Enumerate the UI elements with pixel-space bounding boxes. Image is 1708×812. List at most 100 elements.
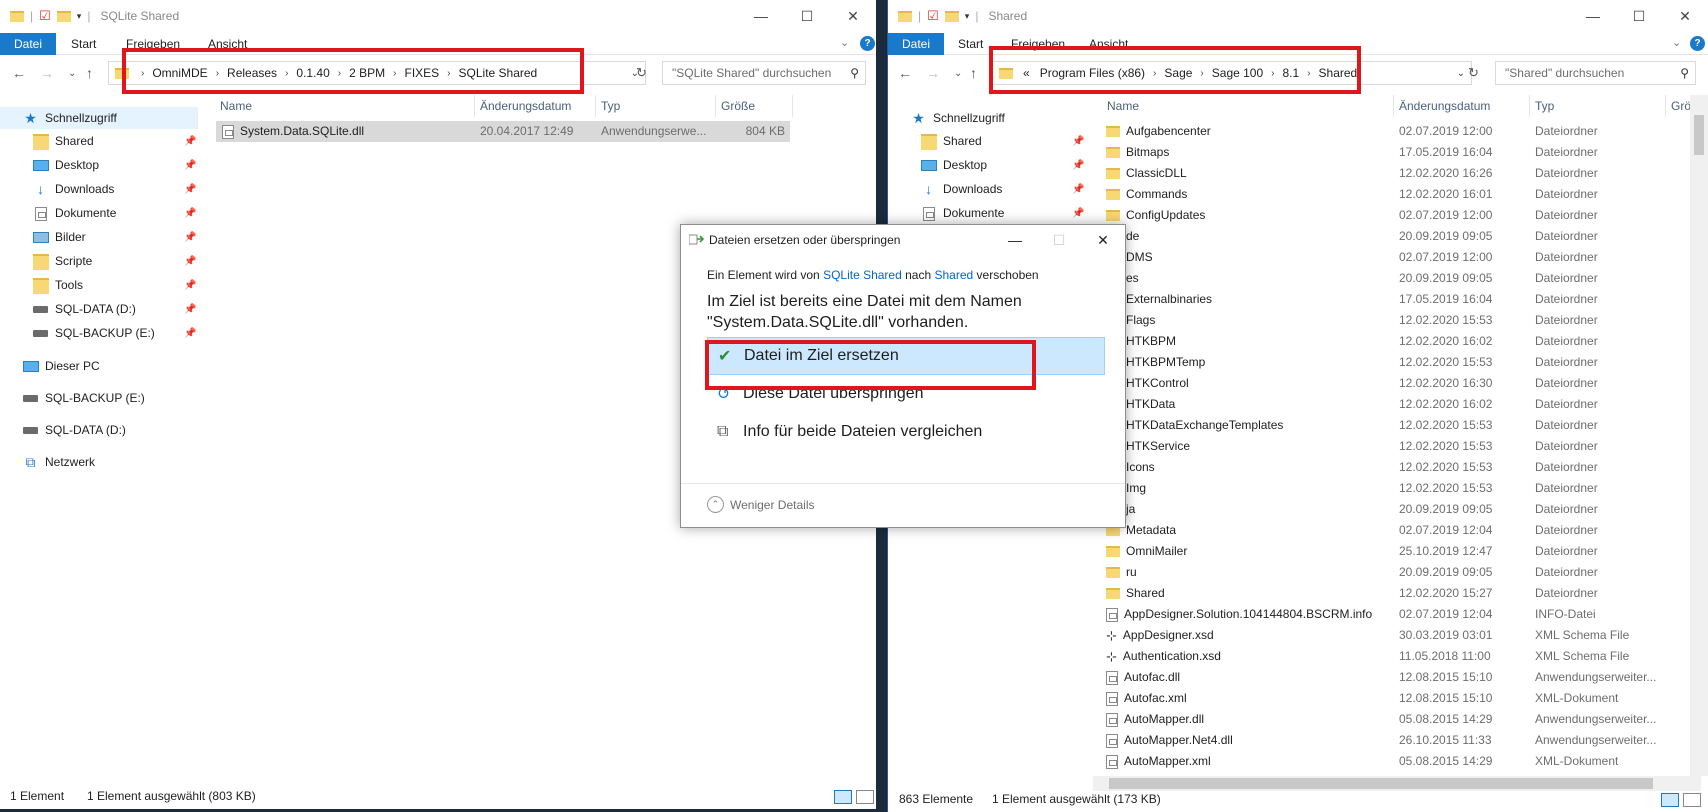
breadcrumb-item[interactable]: 0.1.40 xyxy=(296,66,329,80)
table-row[interactable]: Icons 12.02.2020 15:53 Dateiordner xyxy=(1098,457,1698,478)
expand-ribbon-icon[interactable]: ⌄ xyxy=(840,36,849,49)
dialog-close-button[interactable]: ✕ xyxy=(1081,225,1125,255)
replace-file-option[interactable]: ✔ Datei im Ziel ersetzen xyxy=(707,337,1105,375)
pin-icon[interactable]: 📌 xyxy=(1072,136,1084,147)
minimize-button[interactable]: — xyxy=(738,0,784,32)
sidebar-item-dokumente[interactable]: Dokumente xyxy=(920,202,1004,224)
sidebar-item-sql-backup[interactable]: SQL-BACKUP (E:) xyxy=(32,322,155,344)
compare-files-option[interactable]: ⧉ Info für beide Dateien vergleichen xyxy=(707,413,1105,451)
customize-toolbar-icon[interactable]: ▾ xyxy=(77,11,82,22)
sidebar-item-bilder[interactable]: Bilder xyxy=(32,226,86,248)
close-button[interactable]: ✕ xyxy=(830,0,876,32)
table-row[interactable]: HTKService 12.02.2020 15:53 Dateiordner xyxy=(1098,436,1698,457)
pin-icon[interactable]: 📌 xyxy=(1072,160,1084,171)
refresh-icon[interactable]: ↻ xyxy=(1468,65,1479,81)
breadcrumb-item[interactable]: 2 BPM xyxy=(349,66,385,80)
table-row[interactable]: Aufgabencenter 02.07.2019 12:00 Dateiordne… xyxy=(1098,121,1698,142)
sidebar-item-desktop[interactable]: Desktop xyxy=(32,154,99,176)
pin-icon[interactable]: 📌 xyxy=(1072,208,1084,219)
sidebar-item-sql-data[interactable]: SQL-DATA (D:) xyxy=(32,298,136,320)
less-details-toggle[interactable]: ⌃ Weniger Details xyxy=(707,496,814,513)
properties-icon[interactable]: ☑ xyxy=(927,8,939,24)
sidebar-item-this-pc[interactable]: Dieser PC xyxy=(22,355,100,377)
pin-icon[interactable]: 📌 xyxy=(184,232,196,243)
sidebar-item-shared[interactable]: Shared xyxy=(920,130,982,152)
tab-freigeben[interactable]: Freigeben xyxy=(126,33,180,55)
sidebar-item-desktop[interactable]: Desktop xyxy=(920,154,987,176)
breadcrumb-item[interactable]: FIXES xyxy=(404,66,439,80)
table-row[interactable]: Flags 12.02.2020 15:53 Dateiordner xyxy=(1098,310,1698,331)
column-header-name[interactable]: Name xyxy=(1107,95,1139,117)
customize-toolbar-icon[interactable]: ▾ xyxy=(965,11,970,22)
skip-file-option[interactable]: ↺ Diese Datei überspringen xyxy=(707,375,1105,413)
back-arrow-icon[interactable]: ← xyxy=(898,65,912,81)
large-icons-view-button[interactable] xyxy=(1683,793,1701,807)
details-view-button[interactable] xyxy=(1661,793,1679,807)
table-row[interactable]: AutoMapper.Net4.dll 26.10.2015 11:33 Anwen… xyxy=(1098,730,1698,751)
table-row[interactable]: Autofac.dll 12.08.2015 15:10 Anwendungserw… xyxy=(1098,667,1698,688)
breadcrumb-item[interactable]: OmniMDE xyxy=(152,66,207,80)
recent-locations-icon[interactable]: ⌄ xyxy=(68,68,76,79)
table-row[interactable]: HTKControl 12.02.2020 16:30 Dateiordner xyxy=(1098,373,1698,394)
scroll-thumb[interactable] xyxy=(1694,115,1704,155)
forward-arrow-icon[interactable]: → xyxy=(926,65,940,81)
table-row[interactable]: HTKBPM 12.02.2020 16:02 Dateiordner xyxy=(1098,331,1698,352)
dialog-minimize-button[interactable]: — xyxy=(993,225,1037,255)
table-row[interactable]: de 20.09.2019 09:05 Dateiordner xyxy=(1098,226,1698,247)
table-row[interactable]: HTKBPMTemp 12.02.2020 15:53 Dateiordner xyxy=(1098,352,1698,373)
breadcrumb-item[interactable]: Sage 100 xyxy=(1212,66,1263,80)
tab-freigeben[interactable]: Freigeben xyxy=(1011,33,1065,55)
table-row[interactable]: Autofac.xml 12.08.2015 15:10 XML-Dokument xyxy=(1098,688,1698,709)
column-header-size[interactable]: Größe xyxy=(721,95,755,117)
address-bar[interactable]: « Program Files (x86) › Sage › Sage 100 … xyxy=(992,61,1472,85)
pin-icon[interactable]: 📌 xyxy=(184,328,196,339)
pin-icon[interactable]: 📌 xyxy=(184,256,196,267)
column-header-type[interactable]: Typ xyxy=(1535,95,1554,117)
sidebar-item-network[interactable]: ⧉ Netzwerk xyxy=(22,451,96,473)
refresh-icon[interactable]: ↻ xyxy=(636,65,647,81)
table-row[interactable]: Commands 12.02.2020 16:01 Dateiordner xyxy=(1098,184,1698,205)
table-row[interactable]: ja 20.09.2019 09:05 Dateiordner xyxy=(1098,499,1698,520)
table-row[interactable]: es 20.09.2019 09:05 Dateiordner xyxy=(1098,268,1698,289)
table-row[interactable]: ⊹ AppDesigner.xsd 30.03.2019 03:01 XML Sche… xyxy=(1098,625,1698,646)
breadcrumb-item[interactable]: SQLite Shared xyxy=(459,66,538,80)
close-button[interactable]: ✕ xyxy=(1662,0,1708,32)
tab-datei[interactable]: Datei xyxy=(888,33,945,55)
source-folder-link[interactable]: SQLite Shared xyxy=(823,268,902,282)
sidebar-item-tools[interactable]: Tools xyxy=(32,274,83,296)
table-row[interactable]: ClassicDLL 12.02.2020 16:26 Dateiordner xyxy=(1098,163,1698,184)
table-row[interactable]: System.Data.SQLite.dll 20.04.2017 12:49 … xyxy=(216,121,790,142)
up-arrow-icon[interactable]: ↑ xyxy=(970,65,977,81)
tab-datei[interactable]: Datei xyxy=(0,33,57,55)
new-folder-icon[interactable] xyxy=(944,10,959,22)
column-header-type[interactable]: Typ xyxy=(601,95,620,117)
table-row[interactable]: OmniMailer 25.10.2019 12:47 Dateiordner xyxy=(1098,541,1698,562)
breadcrumb-item[interactable]: Releases xyxy=(227,66,277,80)
sidebar-item-quick-access[interactable]: ★ Schnellzugriff xyxy=(0,107,198,129)
sidebar-item-quick-access[interactable]: ★ Schnellzugriff xyxy=(910,107,1005,129)
table-row[interactable]: AutoMapper.xml 05.08.2015 14:29 XML-Dokume… xyxy=(1098,751,1698,772)
properties-icon[interactable]: ☑ xyxy=(39,8,51,24)
overflow-breadcrumb[interactable]: « xyxy=(1023,66,1030,80)
pin-icon[interactable]: 📌 xyxy=(184,160,196,171)
tab-ansicht[interactable]: Ansicht xyxy=(1089,33,1128,55)
table-row[interactable]: AutoMapper.dll 05.08.2015 14:29 Anwendungs… xyxy=(1098,709,1698,730)
target-folder-link[interactable]: Shared xyxy=(935,268,974,282)
sidebar-item-sql-data-drive[interactable]: SQL-DATA (D:) xyxy=(22,419,126,441)
pin-icon[interactable]: 📌 xyxy=(184,280,196,291)
search-input[interactable]: "SQLite Shared" durchsuchen ⚲ xyxy=(662,61,866,85)
sidebar-item-downloads[interactable]: ↓ Downloads xyxy=(32,178,114,200)
sidebar-item-shared[interactable]: Shared xyxy=(32,130,94,152)
recent-locations-icon[interactable]: ⌄ xyxy=(954,68,962,79)
table-row[interactable]: DMS 02.07.2019 12:00 Dateiordner xyxy=(1098,247,1698,268)
vertical-scrollbar[interactable] xyxy=(1690,95,1708,776)
up-arrow-icon[interactable]: ↑ xyxy=(86,65,93,81)
maximize-button[interactable]: ☐ xyxy=(1616,0,1662,32)
table-row[interactable]: Externalbinaries 17.05.2019 16:04 Dateiord… xyxy=(1098,289,1698,310)
horizontal-scrollbar[interactable] xyxy=(1093,776,1701,791)
expand-ribbon-icon[interactable]: ⌄ xyxy=(1672,36,1681,49)
pin-icon[interactable]: 📌 xyxy=(184,184,196,195)
new-folder-icon[interactable] xyxy=(56,10,71,22)
column-header-name[interactable]: Name xyxy=(220,95,252,117)
table-row[interactable]: ru 20.09.2019 09:05 Dateiordner xyxy=(1098,562,1698,583)
